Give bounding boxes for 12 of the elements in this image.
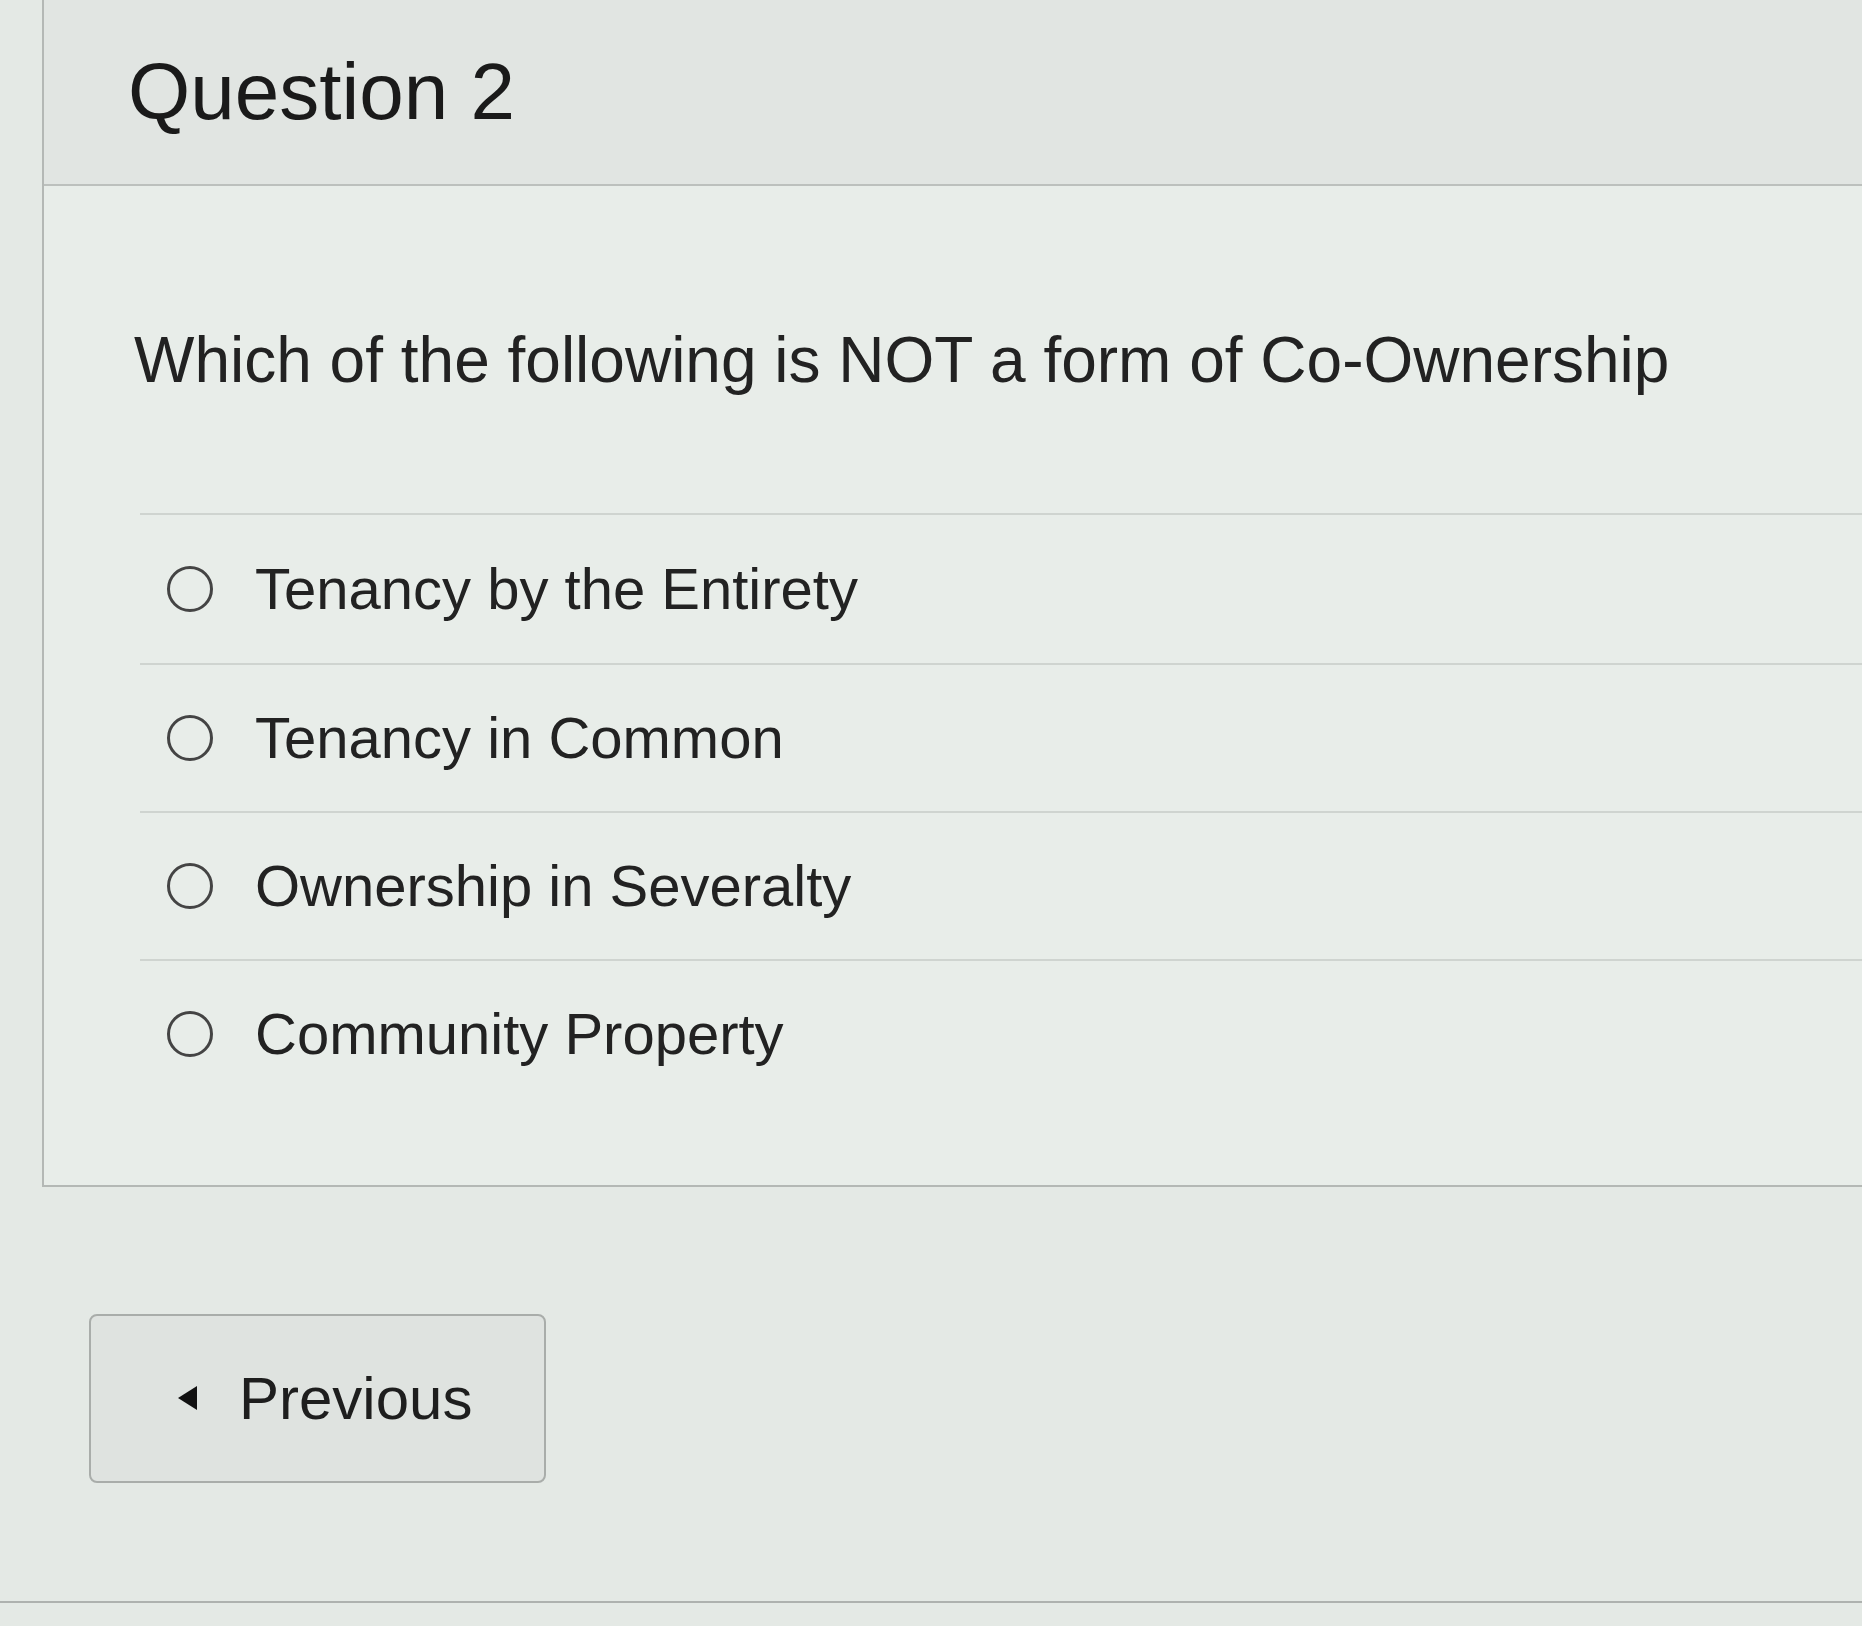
radio-button[interactable] — [166, 713, 214, 762]
answer-option-label[interactable]: Ownership in Severalty — [255, 852, 852, 920]
radio-button[interactable] — [166, 564, 214, 613]
question-text: Which of the following is NOT a form of Co-Ownership — [133, 323, 1671, 398]
caret-left-icon — [178, 1386, 197, 1411]
question-title: Question 2 — [128, 46, 515, 138]
radio-button[interactable] — [166, 861, 214, 910]
answer-option-label[interactable]: Tenancy in Common — [255, 704, 784, 772]
answer-option-label[interactable]: Community Property — [255, 1000, 784, 1068]
answer-option-label[interactable]: Tenancy by the Entirety — [255, 555, 858, 623]
previous-button[interactable]: Previous — [89, 1313, 546, 1483]
radio-button[interactable] — [166, 1009, 214, 1058]
